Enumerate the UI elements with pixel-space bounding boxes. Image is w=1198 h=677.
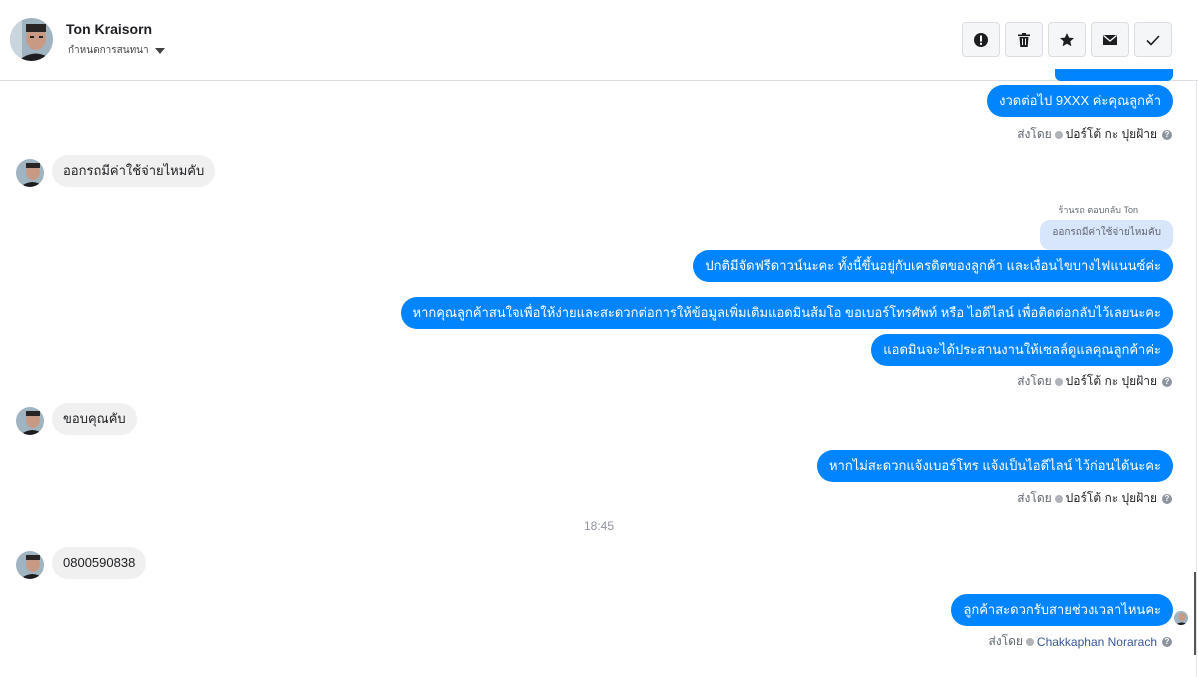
message-bubble-outgoing-partial[interactable]: [1055, 69, 1173, 81]
mark-unread-button[interactable]: [1091, 22, 1129, 57]
star-button[interactable]: [1048, 22, 1086, 57]
contact-avatar-small[interactable]: [16, 407, 44, 435]
sent-by-label: ส่งโดย: [1017, 127, 1052, 141]
sent-by-line: ส่งโดย ปอร์โต้ กะ ปุยฝ้าย ?: [1017, 372, 1172, 391]
check-icon: [1146, 34, 1160, 46]
delete-button[interactable]: [1005, 22, 1043, 57]
sent-by-agent[interactable]: ปอร์โต้ กะ ปุยฝ้าย: [1066, 489, 1157, 508]
trash-icon: [1018, 32, 1030, 47]
conversation-header: Ton Kraisorn กำหนดการสนทนา: [0, 0, 1198, 81]
help-icon[interactable]: ?: [1162, 493, 1172, 504]
help-icon[interactable]: ?: [1162, 376, 1172, 387]
message-bubble-outgoing[interactable]: แอดมินจะได้ประสานงานให้เซลล์ดูแลคุณลูกค้…: [871, 334, 1173, 366]
message-bubble-incoming[interactable]: 0800590838: [52, 547, 147, 579]
message-bubble-outgoing[interactable]: งวดต่อไป 9XXX ค่ะคุณลูกค้า: [987, 85, 1173, 117]
sent-by-agent[interactable]: Chakkaphan Norarach: [1037, 635, 1157, 649]
panel-divider: [1196, 81, 1197, 677]
alert-icon: [974, 32, 988, 47]
help-icon[interactable]: ?: [1162, 129, 1172, 140]
caret-down-icon: [154, 47, 165, 54]
seen-by-avatar: [1174, 611, 1188, 625]
sent-by-line: ส่งโดย ปอร์โต้ กะ ปุยฝ้าย ?: [1017, 489, 1172, 508]
envelope-icon: [1103, 34, 1117, 45]
message-bubble-outgoing[interactable]: ลูกค้าสะดวกรับสายช่วงเวลาไหนคะ: [951, 594, 1173, 626]
message-bubble-incoming[interactable]: ขอบคุณคับ: [52, 403, 137, 435]
sent-by-line: ส่งโดย Chakkaphan Norarach ?: [988, 632, 1172, 651]
sent-by-label: ส่งโดย: [1017, 491, 1052, 505]
reply-header: ร้านรถ ตอบกลับ Ton: [1059, 203, 1139, 217]
report-button[interactable]: [962, 22, 1000, 57]
sent-by-label: ส่งโดย: [988, 634, 1023, 648]
time-separator: 18:45: [583, 519, 615, 533]
help-icon[interactable]: ?: [1162, 636, 1172, 647]
message-bubble-outgoing[interactable]: หากคุณลูกค้าสนใจเพื่อให้ง่ายและสะดวกต่อก…: [400, 297, 1173, 329]
reply-header-prefix: ร้านรถ: [1058, 205, 1085, 215]
verified-icon: [1054, 377, 1063, 386]
scrollbar-thumb[interactable]: [1194, 572, 1196, 655]
verified-icon: [1054, 494, 1063, 503]
contact-avatar[interactable]: [10, 18, 53, 61]
message-thread[interactable]: งวดต่อไป 9XXX ค่ะคุณลูกค้า ส่งโดย ปอร์โต…: [0, 69, 1198, 677]
star-icon: [1060, 32, 1074, 46]
message-bubble-incoming[interactable]: ออกรถมีค่าใช้จ่ายไหมคับ: [52, 155, 216, 187]
message-bubble-outgoing[interactable]: หากไม่สะดวกแจ้งเบอร์โทร แจ้งเป็นไอดีไลน์…: [816, 450, 1173, 482]
verified-icon: [1025, 637, 1034, 646]
mark-done-button[interactable]: [1134, 22, 1172, 57]
conversation-settings-label: กำหนดการสนทนา: [68, 45, 149, 56]
sent-by-label: ส่งโดย: [1017, 374, 1052, 388]
sent-by-agent[interactable]: ปอร์โต้ กะ ปุยฝ้าย: [1066, 372, 1157, 391]
reply-quote[interactable]: ออกรถมีค่าใช้จ่ายไหมคับ: [1040, 220, 1173, 250]
header-actions: [962, 22, 1172, 57]
verified-icon: [1054, 130, 1063, 139]
sent-by-line: ส่งโดย ปอร์โต้ กะ ปุยฝ้าย ?: [1017, 125, 1172, 144]
contact-name[interactable]: Ton Kraisorn: [66, 21, 152, 37]
reply-header-text: ตอบกลับ Ton: [1087, 205, 1138, 215]
contact-avatar-small[interactable]: [16, 159, 44, 187]
sent-by-agent[interactable]: ปอร์โต้ กะ ปุยฝ้าย: [1066, 125, 1157, 144]
conversation-settings-menu[interactable]: กำหนดการสนทนา: [68, 43, 165, 58]
message-bubble-outgoing[interactable]: ปกติมีจัดฟรีดาวน์นะคะ ทั้งนี้ขึ้นอยู่กับ…: [693, 250, 1173, 282]
contact-avatar-small[interactable]: [16, 551, 44, 579]
